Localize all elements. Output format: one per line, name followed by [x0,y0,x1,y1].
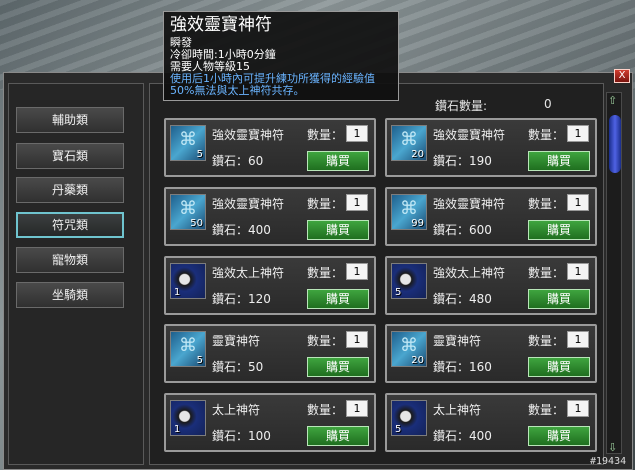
stack-count: 5 [395,424,402,435]
item-name: 靈寶神符 [433,334,482,348]
item-name: 強效靈寶神符 [433,128,506,142]
category-tab-support[interactable]: 輔助類 [16,107,124,133]
quantity-input[interactable]: 1 [346,400,368,417]
yinyang-book-icon[interactable]: 1 [170,400,206,436]
category-panel [8,83,144,465]
category-tab-pets[interactable]: 寵物類 [16,247,124,273]
quantity-label: 數量： [307,266,344,280]
item-price: 鑽石：120 [212,292,271,306]
talisman-blue-icon[interactable]: ⌘ 20 [391,125,427,161]
quantity-label: 數量： [307,403,344,417]
tooltip-title: 強效靈寶神符 [170,15,272,35]
scroll-down-icon[interactable]: ⇩ [608,441,617,454]
quantity-input[interactable]: 1 [567,194,589,211]
close-button[interactable]: X [614,69,630,83]
stack-count: 1 [174,424,181,435]
buy-button[interactable]: 購買 [528,289,590,309]
quantity-label: 數量： [528,266,565,280]
yinyang-book-icon[interactable]: 1 [170,263,206,299]
quantity-input[interactable]: 1 [346,331,368,348]
yinyang-book-icon[interactable]: 5 [391,263,427,299]
item-name: 強效靈寶神符 [212,197,285,211]
buy-button[interactable]: 購買 [528,426,590,446]
item-name: 靈寶神符 [212,334,261,348]
quantity-label: 數量： [307,128,344,142]
item-name: 太上神符 [433,403,482,417]
shop-item-card: 1 太上神符 鑽石：100 數量： 1 購買 [164,393,376,452]
shop-item-card: ⌘ 99 強效靈寶神符 鑽石：600 數量： 1 購買 [385,187,597,246]
quantity-label: 數量： [528,334,565,348]
diamond-count-value: 0 [544,97,552,111]
item-name: 太上神符 [212,403,261,417]
stack-count: 20 [411,355,424,366]
category-tab-gems[interactable]: 寶石類 [16,143,124,169]
quantity-input[interactable]: 1 [346,194,368,211]
item-price: 鑽石：60 [212,154,264,168]
stack-count: 5 [395,287,402,298]
quantity-label: 數量： [307,197,344,211]
talisman-blue-icon[interactable]: ⌘ 5 [170,331,206,367]
buy-button[interactable]: 購買 [307,151,369,171]
shop-item-card: 5 強效太上神符 鑽石：480 數量： 1 購買 [385,256,597,315]
quantity-input[interactable]: 1 [567,125,589,142]
category-tab-pills[interactable]: 丹藥類 [16,177,124,203]
stack-count: 5 [196,355,203,366]
item-price: 鑽石：50 [212,360,264,374]
diamond-count-label: 鑽石數量: [435,99,488,113]
talisman-blue-icon[interactable]: ⌘ 50 [170,194,206,230]
shop-item-card: 1 強效太上神符 鑽石：120 數量： 1 購買 [164,256,376,315]
item-price: 鑽石：400 [433,429,492,443]
buy-button[interactable]: 購買 [307,289,369,309]
talisman-blue-icon[interactable]: ⌘ 20 [391,331,427,367]
item-tooltip: 強效靈寶神符 瞬發 冷卻時間:1小時0分鐘 需要人物等級15 使用后1小時內可提… [163,11,399,101]
buy-button[interactable]: 購買 [307,220,369,240]
item-price: 鑽石：160 [433,360,492,374]
quantity-input[interactable]: 1 [567,263,589,280]
quantity-label: 數量： [528,403,565,417]
item-name: 強效靈寶神符 [433,197,506,211]
item-price: 鑽石：480 [433,292,492,306]
scroll-up-icon[interactable]: ⇧ [608,94,617,107]
item-name: 強效太上神符 [212,266,285,280]
buy-button[interactable]: 購買 [307,357,369,377]
category-tab-talismans[interactable]: 符咒類 [16,212,124,238]
shop-item-card: 5 太上神符 鑽石：400 數量： 1 購買 [385,393,597,452]
category-tab-mounts[interactable]: 坐騎類 [16,282,124,308]
quantity-input[interactable]: 1 [346,125,368,142]
item-name: 強效太上神符 [433,266,506,280]
stack-count: 50 [190,218,203,229]
item-name: 強效靈寶神符 [212,128,285,142]
item-price: 鑽石：190 [433,154,492,168]
shop-item-card: ⌘ 20 靈寶神符 鑽石：160 數量： 1 購買 [385,324,597,383]
image-watermark: #19434 [590,456,627,467]
stack-count: 5 [196,149,203,160]
quantity-label: 數量： [528,128,565,142]
shop-item-card: ⌘ 50 強效靈寶神符 鑽石：400 數量： 1 購買 [164,187,376,246]
scrollbar-thumb[interactable] [609,115,621,173]
item-price: 鑽石：100 [212,429,271,443]
stack-count: 1 [174,287,181,298]
item-price: 鑽石：400 [212,223,271,237]
yinyang-book-icon[interactable]: 5 [391,400,427,436]
quantity-input[interactable]: 1 [346,263,368,280]
buy-button[interactable]: 購買 [528,151,590,171]
buy-button[interactable]: 購買 [528,357,590,377]
shop-item-card: ⌘ 5 靈寶神符 鑽石：50 數量： 1 購買 [164,324,376,383]
quantity-input[interactable]: 1 [567,400,589,417]
item-price: 鑽石：600 [433,223,492,237]
quantity-label: 數量： [307,334,344,348]
stack-count: 99 [411,218,424,229]
quantity-input[interactable]: 1 [567,331,589,348]
talisman-blue-icon[interactable]: ⌘ 5 [170,125,206,161]
shop-item-card: ⌘ 20 強效靈寶神符 鑽石：190 數量： 1 購買 [385,118,597,177]
tooltip-description-line2: 50%無法與太上神符共存。 [170,84,305,97]
quantity-label: 數量： [528,197,565,211]
buy-button[interactable]: 購買 [307,426,369,446]
stack-count: 20 [411,149,424,160]
shop-item-card: ⌘ 5 強效靈寶神符 鑽石：60 數量： 1 購買 [164,118,376,177]
talisman-blue-icon[interactable]: ⌘ 99 [391,194,427,230]
buy-button[interactable]: 購買 [528,220,590,240]
